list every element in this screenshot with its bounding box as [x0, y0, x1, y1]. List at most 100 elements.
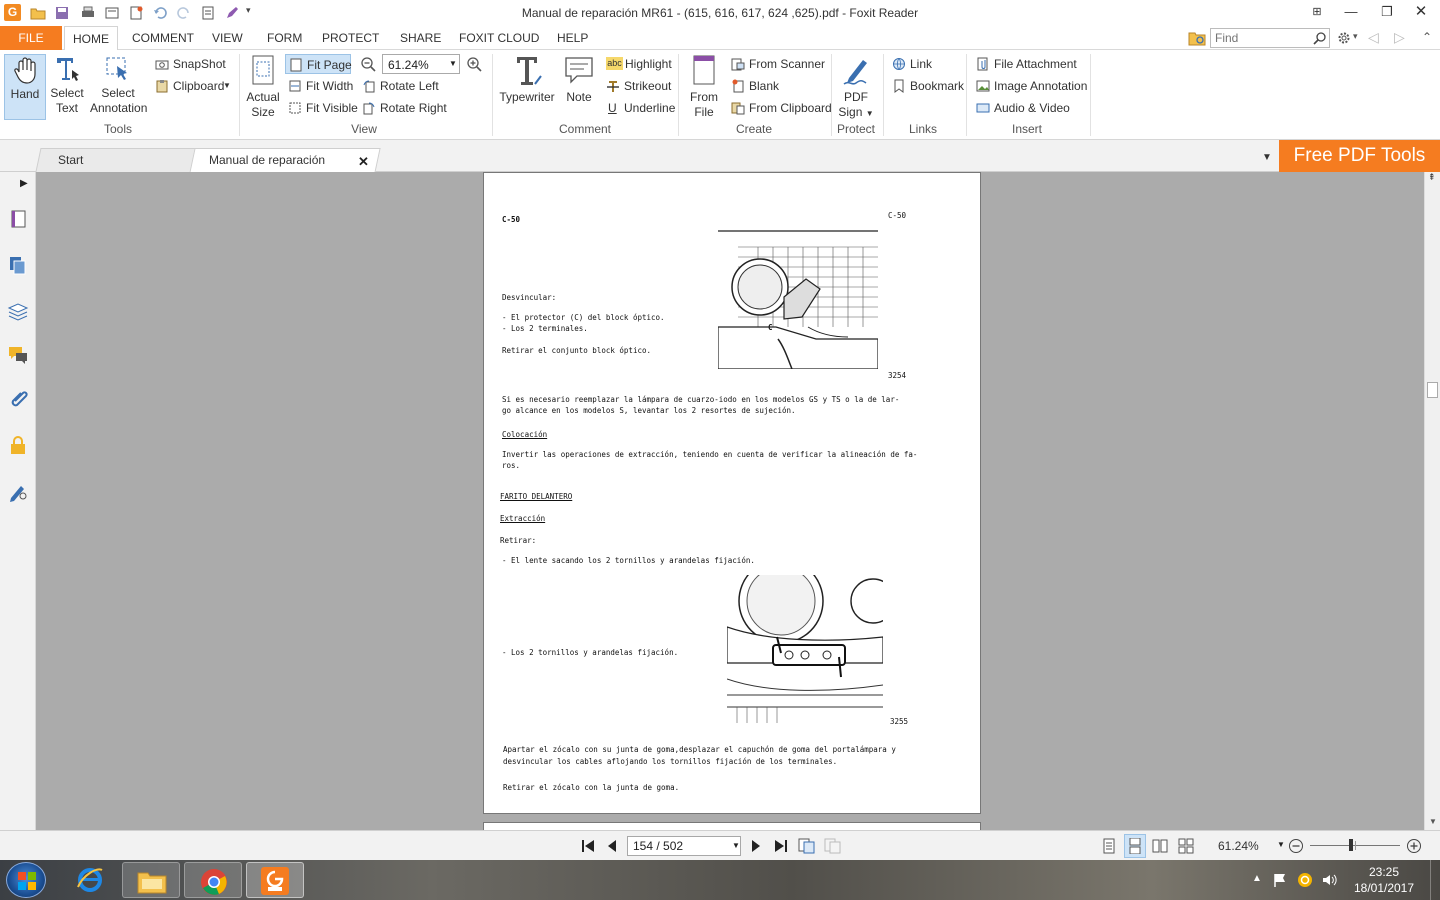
foxit-app-icon[interactable]: G — [4, 4, 21, 21]
save-icon[interactable] — [54, 5, 70, 21]
taskbar-internet-explorer[interactable] — [62, 862, 120, 898]
tab-help[interactable]: HELP — [549, 26, 596, 50]
zoom-in-circle-icon[interactable] — [1406, 838, 1422, 854]
print-icon[interactable] — [80, 5, 96, 21]
rotate-left-button[interactable]: Rotate Left — [362, 76, 452, 96]
taskbar-file-explorer[interactable] — [122, 862, 180, 898]
ribbon-display-icon[interactable]: ⊞ — [1304, 3, 1330, 21]
zoom-in-icon[interactable] — [466, 56, 482, 72]
underline-button[interactable]: U Underline — [606, 98, 686, 118]
layers-icon[interactable] — [7, 300, 29, 322]
taskbar-chrome[interactable] — [184, 862, 242, 898]
last-page-icon[interactable] — [773, 839, 789, 853]
expand-panel-icon[interactable]: ▶ — [20, 178, 28, 189]
tab-foxit-cloud[interactable]: FOXIT CLOUD — [451, 26, 547, 50]
link-button[interactable]: Link — [892, 54, 962, 74]
continuous-facing-icon[interactable] — [1178, 838, 1194, 854]
scrollbar-thumb[interactable] — [1427, 382, 1438, 398]
tab-comment[interactable]: COMMENT — [124, 26, 202, 50]
zoom-slider-thumb[interactable] — [1348, 839, 1353, 851]
facing-view-icon[interactable] — [1152, 838, 1168, 854]
free-pdf-tools-banner[interactable]: Free PDF Tools — [1279, 140, 1440, 172]
bookmark-button[interactable]: Bookmark — [892, 76, 964, 96]
next-view-icon[interactable] — [824, 838, 842, 854]
fit-width-button[interactable]: Fit Width — [288, 76, 354, 96]
select-annotation-button[interactable]: Select Annotation — [90, 54, 147, 116]
audio-video-button[interactable]: Audio & Video — [976, 98, 1086, 118]
redo-icon[interactable] — [176, 5, 192, 21]
note-button[interactable]: Note — [562, 54, 596, 105]
find-next-icon[interactable]: ▷ — [1394, 29, 1405, 46]
tray-overflow-icon[interactable]: ▲ — [1252, 873, 1262, 884]
show-desktop-button[interactable] — [1430, 860, 1440, 900]
first-page-icon[interactable] — [580, 839, 596, 853]
minimize-button[interactable]: — — [1338, 3, 1364, 21]
tab-home[interactable]: HOME — [64, 26, 118, 51]
find-previous-icon[interactable]: ◁ — [1368, 29, 1379, 46]
fit-page-button[interactable]: Fit Page — [285, 54, 352, 74]
blank-button[interactable]: Blank — [731, 76, 827, 96]
tab-share[interactable]: SHARE — [392, 26, 449, 50]
layers-pages-icon[interactable] — [7, 254, 29, 276]
search-icon[interactable] — [1313, 31, 1327, 45]
pen-icon[interactable] — [224, 5, 240, 21]
scroll-down-icon[interactable]: ▼ — [1429, 817, 1437, 826]
undo-icon[interactable] — [152, 5, 168, 21]
close-tab-icon[interactable]: ✕ — [358, 154, 369, 170]
page-number-field[interactable]: 154 / 502 ▼ — [627, 836, 741, 856]
attachments-icon[interactable] — [7, 389, 29, 411]
zoom-out-icon[interactable] — [360, 56, 376, 72]
tab-protect[interactable]: PROTECT — [314, 26, 387, 50]
tab-current-document[interactable]: Manual de reparación MR... — [191, 148, 349, 191]
collapse-ribbon-icon[interactable]: ⌃ — [1422, 30, 1432, 44]
continuous-view-button[interactable] — [1124, 834, 1146, 858]
image-annotation-button[interactable]: Image Annotation — [976, 76, 1087, 96]
gear-icon[interactable] — [1337, 31, 1351, 45]
open-folder-icon[interactable] — [30, 5, 46, 21]
tab-file[interactable]: FILE — [0, 26, 62, 50]
taskbar-foxit-reader[interactable] — [246, 862, 304, 898]
tray-app-icon[interactable] — [1297, 872, 1313, 888]
pdf-sign-button[interactable]: PDF Sign ▼ — [834, 54, 878, 121]
rotate-right-button[interactable]: Rotate Right — [362, 98, 452, 118]
find-input[interactable] — [1211, 29, 1307, 47]
customize-qa-icon[interactable]: ▾ — [246, 5, 251, 16]
form-icon[interactable] — [200, 5, 216, 21]
single-page-view-icon[interactable] — [1102, 838, 1116, 854]
start-button[interactable] — [6, 862, 46, 898]
tab-view[interactable]: VIEW — [204, 26, 251, 50]
lock-security-icon[interactable] — [7, 434, 29, 456]
snapshot-button[interactable]: SnapShot — [155, 54, 235, 74]
tab-start[interactable]: Start — [40, 148, 190, 172]
new-doc-icon[interactable] — [128, 5, 144, 21]
from-clipboard-button[interactable]: From Clipboard — [731, 98, 832, 118]
select-text-button[interactable]: Select Text — [48, 54, 86, 116]
zoom-slider[interactable] — [1310, 839, 1400, 851]
properties-icon[interactable] — [104, 5, 120, 21]
system-clock[interactable]: 23:25 18/01/2017 — [1348, 864, 1420, 896]
next-page-icon[interactable] — [750, 839, 762, 853]
page-dropdown-icon[interactable]: ▼ — [732, 837, 740, 855]
zoom-percentage[interactable]: 61.24% — [1218, 839, 1259, 853]
zoom-out-circle-icon[interactable] — [1288, 838, 1304, 854]
from-scanner-button[interactable]: From Scanner — [731, 54, 827, 74]
zoom-dropdown-icon[interactable]: ▼ — [1277, 840, 1285, 849]
scroll-up-icon[interactable]: ⇞ — [1428, 172, 1436, 183]
tab-form[interactable]: FORM — [259, 26, 310, 50]
signature-panel-icon[interactable] — [7, 480, 29, 502]
page-thumbnails-icon[interactable] — [7, 208, 29, 230]
comments-panel-icon[interactable] — [7, 344, 29, 366]
tab-list-dropdown-icon[interactable]: ▼ — [1262, 152, 1272, 163]
fit-visible-button[interactable]: Fit Visible — [288, 98, 358, 118]
file-attachment-button[interactable]: File Attachment — [976, 54, 1086, 74]
find-field[interactable] — [1210, 28, 1330, 48]
strikeout-button[interactable]: Strikeout — [606, 76, 686, 96]
vertical-scrollbar[interactable]: ⇞ ▼ — [1424, 172, 1440, 830]
gear-dropdown-icon[interactable]: ▾ — [1353, 31, 1358, 42]
typewriter-button[interactable]: Typewriter — [498, 54, 556, 105]
document-view[interactable]: C-50 C-50 C 3254 Desvincular: - El prote… — [36, 172, 1424, 830]
zoom-select[interactable]: 61.24% ▼ — [382, 54, 460, 74]
volume-icon[interactable] — [1321, 872, 1337, 888]
restore-button[interactable]: ❐ — [1374, 3, 1400, 21]
clipboard-button[interactable]: Clipboard ▼ — [155, 76, 235, 96]
